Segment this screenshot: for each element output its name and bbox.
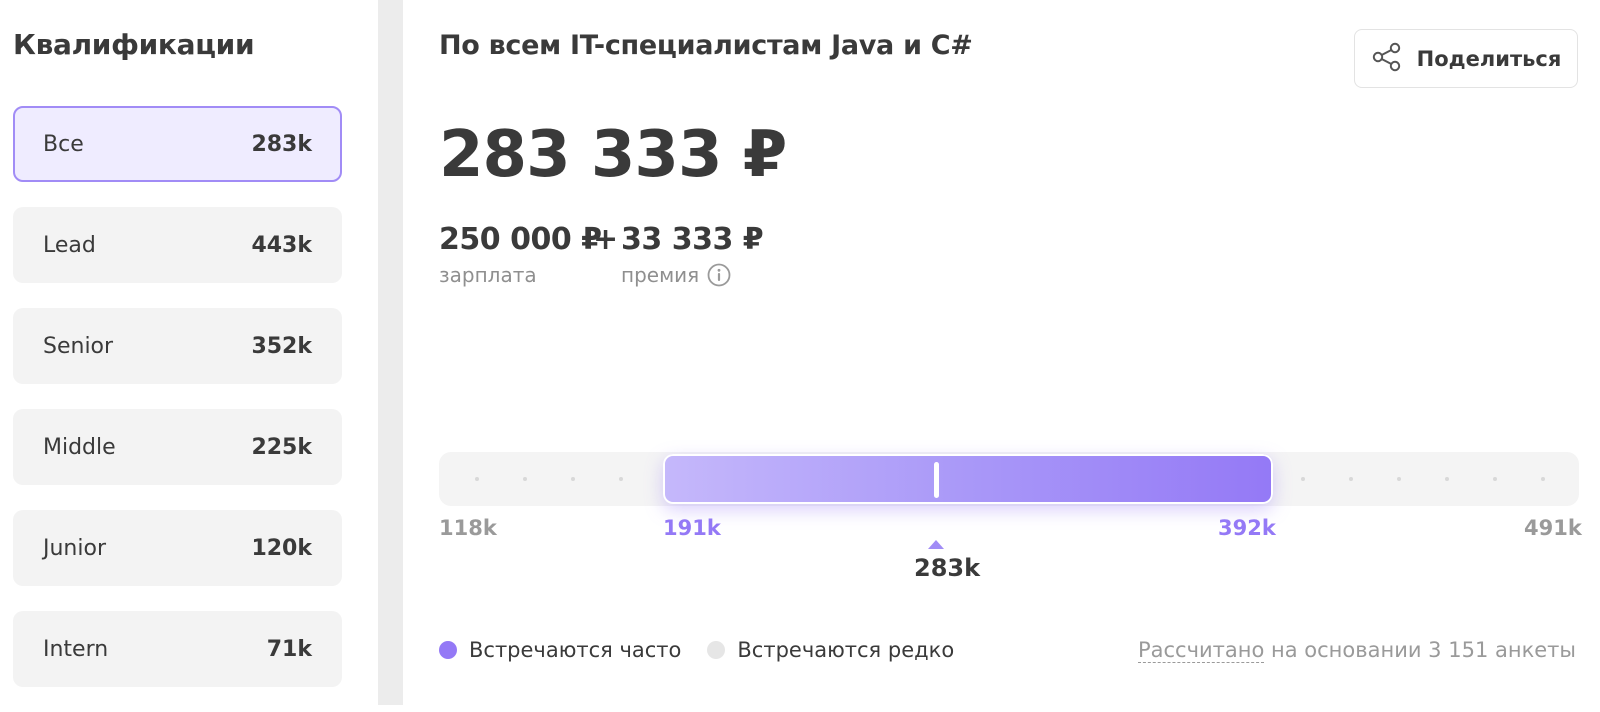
qualification-value: 283k	[251, 131, 312, 157]
median-marker	[934, 462, 939, 498]
legend-rare-label: Встречаются редко	[737, 638, 955, 662]
qualification-label: Junior	[43, 535, 106, 561]
track-dot	[1541, 477, 1545, 481]
range-max-label: 491k	[1524, 516, 1582, 540]
qualification-item-lead[interactable]: Lead 443k	[13, 207, 342, 283]
track-dot	[523, 477, 527, 481]
median-arrow-icon	[928, 540, 944, 549]
info-icon[interactable]	[707, 263, 731, 287]
median-label: 283k	[914, 554, 981, 582]
frequent-salary-range	[663, 454, 1273, 504]
track-dot	[1349, 477, 1353, 481]
range-min-label: 118k	[439, 516, 497, 540]
share-icon	[1371, 42, 1403, 76]
bonus-caption-row: премия	[621, 263, 763, 287]
track-dot	[1301, 477, 1305, 481]
track-dot	[571, 477, 575, 481]
legend-frequent-dot	[439, 641, 457, 659]
bonus-caption: премия	[621, 263, 700, 287]
qualification-label: Все	[43, 131, 84, 157]
qualification-item-senior[interactable]: Senior 352k	[13, 308, 342, 384]
range-high-label: 392k	[1218, 516, 1276, 540]
track-dot	[1493, 477, 1497, 481]
track-dot	[1397, 477, 1401, 481]
track-dot	[1445, 477, 1449, 481]
qualification-value: 120k	[251, 535, 312, 561]
page-title: По всем IT-специалистам Java и C#	[439, 30, 973, 61]
calculation-info-link[interactable]: Рассчитано	[1137, 638, 1265, 663]
qualification-item-all[interactable]: Все 283k	[13, 106, 342, 182]
panel-divider	[378, 0, 403, 705]
qualification-label: Lead	[43, 232, 96, 258]
qualification-label: Intern	[43, 636, 109, 662]
qualification-value: 352k	[251, 333, 312, 359]
footnote-text: на основании 3 151 анкеты	[1264, 638, 1576, 662]
salary-panel: По всем IT-специалистам Java и C# Подели…	[403, 0, 1600, 705]
qualification-value: 443k	[251, 232, 312, 258]
salary-caption: зарплата	[439, 263, 537, 287]
qualification-label: Middle	[43, 434, 116, 460]
share-button[interactable]: Поделиться	[1354, 29, 1578, 88]
salary-part: 250 000 ₽ зарплата	[439, 222, 602, 287]
legend-frequent-label: Встречаются часто	[469, 638, 682, 662]
qualification-value: 225k	[251, 434, 312, 460]
legend: Встречаются часто Встречаются редко	[439, 638, 980, 662]
qualifications-sidebar: Квалификации Все 283k Lead 443k Senior 3…	[0, 0, 378, 705]
qualification-list: Все 283k Lead 443k Senior 352k Middle 22…	[13, 106, 342, 712]
legend-rare-dot	[707, 641, 726, 659]
plus-sign: +	[593, 222, 619, 257]
survey-footnote: Рассчитано на основании 3 151 анкеты	[1137, 638, 1576, 663]
qualification-item-intern[interactable]: Intern 71k	[13, 611, 342, 687]
bonus-amount: 33 333 ₽	[621, 222, 764, 257]
total-amount: 283 333 ₽	[439, 118, 787, 192]
track-dot	[619, 477, 623, 481]
track-dot	[475, 477, 479, 481]
qualification-item-junior[interactable]: Junior 120k	[13, 510, 342, 586]
range-low-label: 191k	[663, 516, 721, 540]
qualification-label: Senior	[43, 333, 114, 359]
salary-amount: 250 000 ₽	[439, 222, 602, 257]
bonus-part: 33 333 ₽ премия	[621, 222, 764, 287]
share-button-label: Поделиться	[1416, 46, 1562, 71]
sidebar-title: Квалификации	[13, 28, 255, 61]
qualification-value: 71k	[266, 636, 312, 662]
qualification-item-middle[interactable]: Middle 225k	[13, 409, 342, 485]
